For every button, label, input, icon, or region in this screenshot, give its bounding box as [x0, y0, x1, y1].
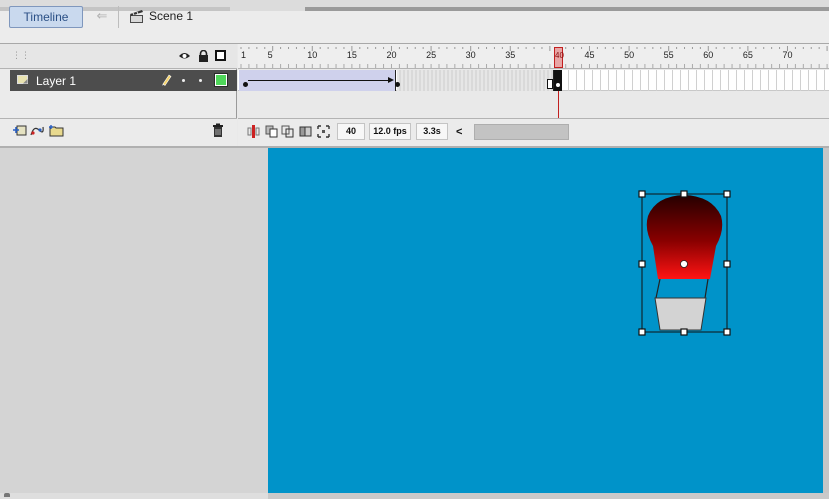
keyframe-dot	[556, 83, 560, 87]
lock-icon[interactable]	[198, 50, 209, 62]
layer-name[interactable]: Layer 1	[36, 74, 76, 88]
new-folder-icon[interactable]	[49, 124, 64, 137]
eye-icon[interactable]	[178, 50, 191, 61]
static-frames-span[interactable]	[397, 70, 554, 91]
horizontal-scrollbar-track-left	[0, 493, 268, 499]
ruler-ticks	[240, 46, 828, 68]
tween-arrowhead	[388, 77, 394, 83]
divider	[118, 6, 119, 28]
ruler-number: 5	[267, 50, 273, 60]
keyframe-1[interactable]	[243, 82, 248, 87]
back-arrow-icon[interactable]: ⇐	[91, 8, 113, 26]
scroll-marker	[4, 493, 10, 497]
ruler-number: 70	[782, 50, 793, 60]
timeline-header	[0, 11, 829, 44]
clapperboard-icon[interactable]	[129, 9, 144, 24]
onion-skin-icon[interactable]	[265, 125, 278, 138]
ruler-number: 55	[663, 50, 674, 60]
playhead-line	[558, 91, 559, 118]
modify-markers-icon[interactable]	[317, 125, 330, 138]
current-frame-field[interactable]: 40	[337, 123, 365, 140]
ruler-number: 25	[426, 50, 437, 60]
scene-label[interactable]: Scene 1	[149, 9, 193, 23]
ruler-number: 65	[742, 50, 753, 60]
frame-rate-field[interactable]: 12.0 fps	[369, 123, 411, 140]
current-keyframe[interactable]	[554, 70, 562, 91]
new-layer-icon[interactable]	[13, 124, 27, 137]
visibility-dot-icon[interactable]	[182, 79, 185, 82]
tween-arrow	[248, 80, 390, 81]
stage[interactable]	[268, 148, 823, 493]
ruler-number: 20	[386, 50, 397, 60]
ruler-number: 45	[584, 50, 595, 60]
frame-ruler[interactable]	[238, 44, 829, 69]
ruler-number: 30	[465, 50, 476, 60]
ruler-number: 15	[346, 50, 357, 60]
ruler-number: 60	[703, 50, 714, 60]
balloon-symbol[interactable]	[636, 188, 734, 338]
lock-dot-icon[interactable]	[199, 79, 202, 82]
trash-icon[interactable]	[212, 123, 224, 138]
layer-outline-color-swatch[interactable]	[214, 73, 228, 87]
motion-guide-icon[interactable]	[30, 124, 44, 137]
panel-grip-icon[interactable]: ⋮⋮	[12, 51, 30, 61]
keyframe-20[interactable]	[395, 82, 400, 87]
scroll-left-button[interactable]: <	[456, 126, 462, 138]
onion-skin-outline-icon[interactable]	[281, 125, 294, 138]
outline-icon[interactable]	[215, 50, 226, 61]
elapsed-time-field[interactable]: 3.3s	[416, 123, 448, 140]
top-strip	[0, 0, 829, 11]
balloon-basket	[654, 297, 707, 331]
empty-frames[interactable]	[560, 70, 829, 91]
pencil-icon	[162, 74, 172, 86]
ruler-number: 10	[307, 50, 318, 60]
vertical-scrollbar[interactable]	[823, 148, 829, 493]
layer-icon	[17, 75, 28, 84]
edit-multiple-frames-icon[interactable]	[299, 125, 312, 138]
ruler-number: 1	[241, 50, 247, 60]
playhead-frame-number: 40	[555, 51, 564, 60]
registration-point	[680, 260, 688, 268]
ruler-number: 35	[505, 50, 516, 60]
timeline-scrollbar[interactable]	[474, 124, 569, 140]
timeline-tab-button[interactable]: Timeline	[9, 6, 83, 28]
ruler-number: 50	[624, 50, 635, 60]
end-frame-marker[interactable]	[547, 79, 553, 89]
center-frame-icon[interactable]	[247, 125, 260, 138]
